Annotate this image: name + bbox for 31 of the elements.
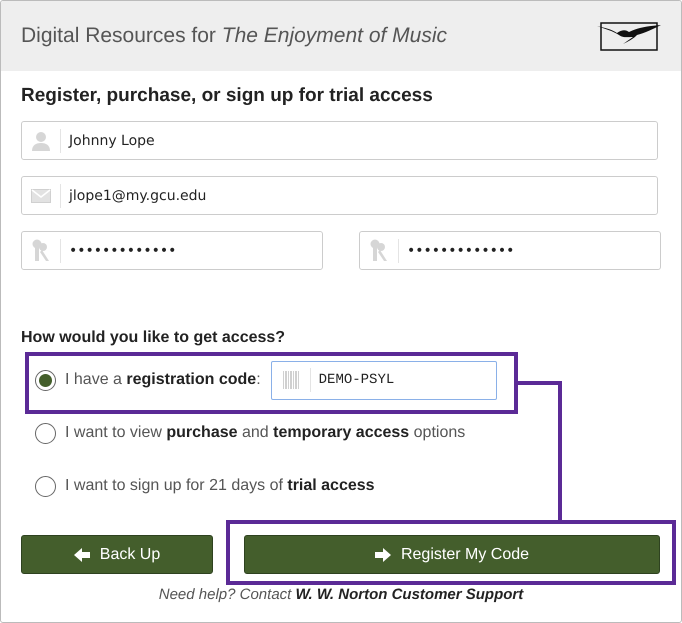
field-value: Johnny Lope <box>69 132 155 148</box>
code-field[interactable]: DEMO-PSYL <box>270 360 497 400</box>
field-value: ••••••••••••• <box>69 242 176 258</box>
keys-icon <box>31 238 51 262</box>
barcode-icon <box>282 371 299 389</box>
field-value: DEMO-PSYL <box>318 372 394 388</box>
option-label: I have a registration code: <box>65 371 261 389</box>
bird-logo-icon <box>597 21 661 51</box>
access-question: How would you like to get access? <box>21 329 286 347</box>
form-heading: Register, purchase, or sign up for trial access <box>21 85 434 107</box>
register-button[interactable]: Register My Code <box>244 535 660 574</box>
password-field[interactable]: ••••••••••••• <box>359 231 661 270</box>
page-title: Digital Resources for The Enjoyment of Music <box>21 24 448 48</box>
support-link[interactable]: W. W. Norton Customer Support <box>296 586 524 603</box>
field-value: ••••••••••••• <box>407 242 514 258</box>
radio-button[interactable] <box>35 476 56 496</box>
person-icon <box>31 130 51 150</box>
option-label: I want to sign up for 21 days of trial access <box>65 477 375 495</box>
envelope-icon <box>31 188 51 202</box>
option-label: I want to view purchase and temporary access options <box>65 424 466 442</box>
left-arrow-icon <box>74 548 90 562</box>
radio-button[interactable] <box>35 370 56 390</box>
email-field[interactable]: jlope1@my.gcu.edu <box>21 176 658 215</box>
keys-icon <box>369 238 389 262</box>
back-button[interactable]: Back Up <box>21 535 213 574</box>
radio-button[interactable] <box>35 422 56 444</box>
help-text: Need help? Contact W. W. Norton Customer Support <box>158 586 525 603</box>
name-field[interactable]: Johnny Lope <box>21 121 658 160</box>
field-value: jlope1@my.gcu.edu <box>69 188 206 204</box>
right-arrow-icon <box>374 548 391 562</box>
password-field[interactable]: ••••••••••••• <box>21 231 323 270</box>
